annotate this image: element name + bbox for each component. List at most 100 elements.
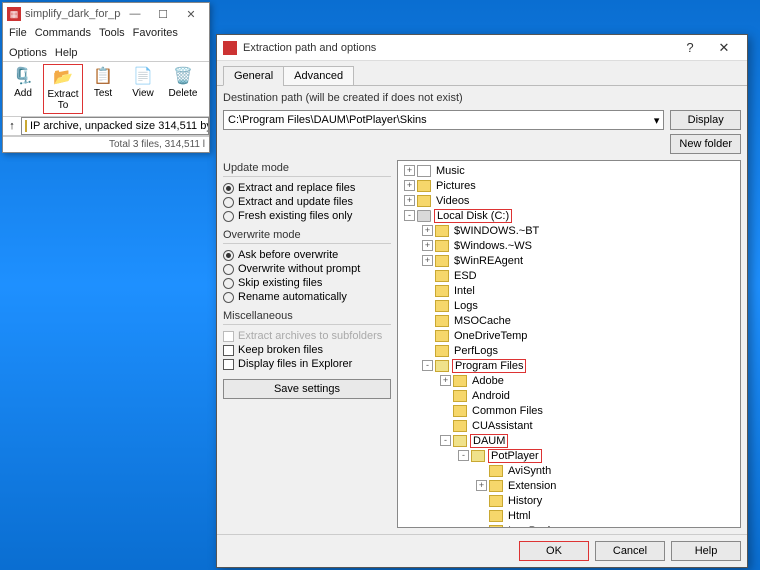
tree-label: CUAssistant [470,420,535,432]
tree-label: $WinREAgent [452,255,525,267]
folder-tree[interactable]: +Music+Pictures+Videos-Local Disk (C:) + $… [397,160,741,528]
chevron-down-icon: ▾ [654,114,660,127]
cancel-button[interactable]: Cancel [595,541,665,561]
folder-icon [471,450,485,462]
expand-icon[interactable]: + [422,255,433,266]
tree-node[interactable]: MSOCache [398,313,740,328]
radio-option[interactable]: Overwrite without prompt [223,262,391,276]
expand-icon[interactable]: + [404,165,415,176]
tree-node[interactable]: ESD [398,268,740,283]
tree-node[interactable]: OneDriveTemp [398,328,740,343]
expand-icon[interactable]: + [422,240,433,251]
menu-options[interactable]: Options [9,47,47,59]
tree-node[interactable]: - DAUM [398,433,740,448]
tree-node[interactable]: IconPack [398,523,740,528]
tree-node[interactable]: + $Windows.~WS [398,238,740,253]
tree-label: Logs [452,300,480,312]
tree-node[interactable]: + $WINDOWS.~BT [398,223,740,238]
archiver-titlebar[interactable]: ▦ simplify_dark_for_potpl... — ☐ ✕ [3,3,209,25]
folder-icon [435,360,449,372]
checkbox-option[interactable]: Display files in Explorer [223,357,391,371]
tree-label: $Windows.~WS [452,240,534,252]
dialog-help-button[interactable]: Help [671,541,741,561]
tree-node[interactable]: PerfLogs [398,343,740,358]
tree-node[interactable]: + $WinREAgent [398,253,740,268]
extract-to-button[interactable]: 📂Extract To [43,64,83,114]
tree-spacer [440,420,451,431]
dialog-titlebar[interactable]: Extraction path and options ? ✕ [217,35,747,61]
tree-node[interactable]: +Extension [398,478,740,493]
extraction-dialog: Extraction path and options ? ✕ General … [216,34,748,568]
menu-commands[interactable]: Commands [35,27,91,39]
tree-node[interactable]: Intel [398,283,740,298]
menu-favorites[interactable]: Favorites [133,27,178,39]
archive-path-text: IP archive, unpacked size 314,511 bytes [30,120,209,132]
new-folder-button[interactable]: New folder [670,134,741,154]
radio-option[interactable]: Skip existing files [223,276,391,290]
tree-node[interactable]: Common Files [398,403,740,418]
tab-advanced[interactable]: Advanced [283,66,354,86]
up-button[interactable]: ↑ [3,120,21,132]
add-button[interactable]: 🗜️Add [3,64,43,114]
expand-icon[interactable]: + [404,195,415,206]
tree-node[interactable]: +Pictures [398,178,740,193]
expand-icon[interactable]: + [440,375,451,386]
tree-label: DAUM [470,434,508,448]
close-button[interactable]: ✕ [177,5,205,23]
tree-node[interactable]: Android [398,388,740,403]
tab-general[interactable]: General [223,66,284,86]
expand-icon[interactable]: + [476,480,487,491]
delete-icon: 🗑️ [171,66,195,86]
tree-node[interactable]: AviSynth [398,463,740,478]
close-button[interactable]: ✕ [707,37,741,59]
radio-option[interactable]: Rename automatically [223,290,391,304]
destination-path-input[interactable]: C:\Program Files\DAUM\PotPlayer\Skins ▾ [223,110,664,130]
maximize-button[interactable]: ☐ [149,5,177,23]
menu-help[interactable]: Help [55,47,78,59]
tree-node[interactable]: CUAssistant [398,418,740,433]
tree-node[interactable]: -PotPlayer [398,448,740,463]
radio-option[interactable]: Extract and update files [223,195,391,209]
tree-spacer [440,405,451,416]
view-icon: 📄 [131,66,155,86]
tree-label: $WINDOWS.~BT [452,225,541,237]
expand-icon[interactable]: + [404,180,415,191]
radio-option[interactable]: Fresh existing files only [223,209,391,223]
test-button[interactable]: 📋Test [83,64,123,114]
expand-icon[interactable]: + [422,225,433,236]
tree-node[interactable]: Html [398,508,740,523]
tree-node[interactable]: +Music [398,163,740,178]
misc-title: Miscellaneous [223,308,391,324]
save-settings-button[interactable]: Save settings [223,379,391,399]
tree-label: Html [506,510,533,522]
collapse-icon[interactable]: - [440,435,451,446]
collapse-icon[interactable]: - [404,210,415,221]
radio-option[interactable]: Ask before overwrite [223,248,391,262]
tree-node[interactable]: Logs [398,298,740,313]
ok-button[interactable]: OK [519,541,589,561]
tree-node[interactable]: +Videos [398,193,740,208]
checkbox-option[interactable]: Keep broken files [223,343,391,357]
archive-path-dropdown[interactable]: IP archive, unpacked size 314,511 bytes … [21,117,209,135]
tree-node[interactable]: -Local Disk (C:) [398,208,740,223]
radio-option[interactable]: Extract and replace files [223,181,391,195]
delete-button[interactable]: 🗑️Delete [163,64,203,114]
menu-file[interactable]: File [9,27,27,39]
display-button[interactable]: Display [670,110,741,130]
folder-icon [435,330,449,342]
collapse-icon[interactable]: - [458,450,469,461]
disk-icon [417,210,431,222]
tree-label: Common Files [470,405,545,417]
help-button[interactable]: ? [673,37,707,59]
menu-tools[interactable]: Tools [99,27,125,39]
folder-icon [417,180,431,192]
tree-node[interactable]: +Adobe [398,373,740,388]
tree-node[interactable]: -Program Files [398,358,740,373]
update-mode-title: Update mode [223,160,391,176]
archiver-window: ▦ simplify_dark_for_potpl... — ☐ ✕ File C… [2,2,210,153]
collapse-icon[interactable]: - [422,360,433,371]
folder-icon [453,435,467,447]
tree-node[interactable]: History [398,493,740,508]
minimize-button[interactable]: — [121,5,149,23]
view-button[interactable]: 📄View [123,64,163,114]
